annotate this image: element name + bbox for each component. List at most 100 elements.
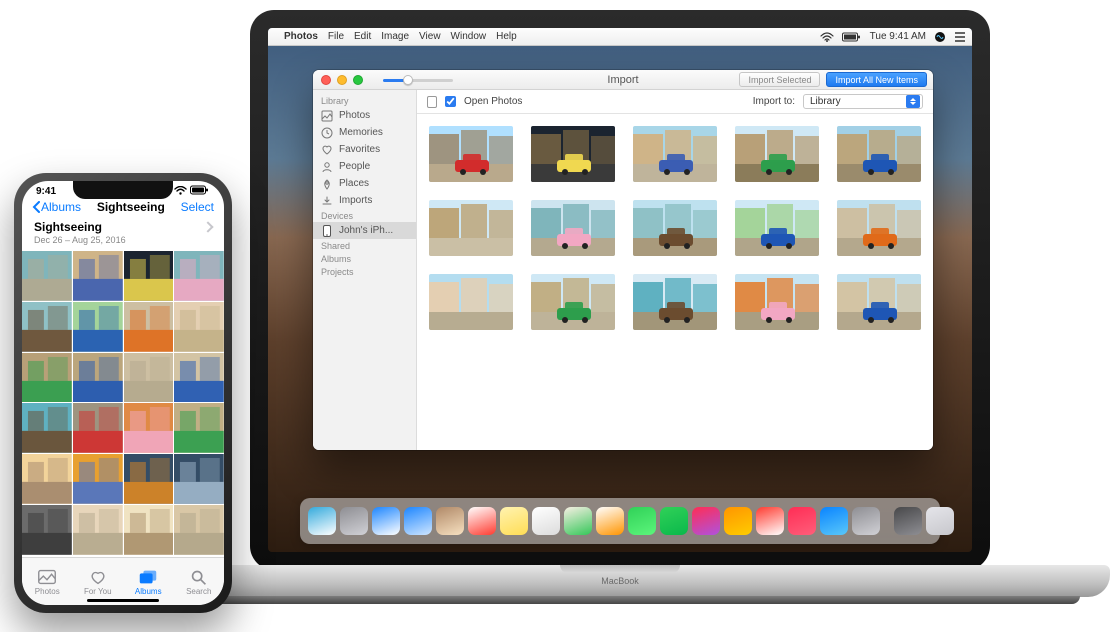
dock-music[interactable] (788, 507, 816, 535)
dock-ibooks[interactable] (724, 507, 752, 535)
photo-cell[interactable] (124, 302, 174, 352)
import-thumbnail[interactable] (633, 126, 717, 182)
import-thumbnail[interactable] (633, 200, 717, 256)
dock-news[interactable] (756, 507, 784, 535)
sidebar-group-albums[interactable]: Albums (313, 252, 416, 265)
photo-cell[interactable] (22, 302, 72, 352)
photos-icon (36, 568, 58, 586)
import-thumbnail[interactable] (837, 200, 921, 256)
sidebar-group-projects[interactable]: Projects (313, 265, 416, 278)
photo-cell[interactable] (73, 403, 123, 453)
menu-help[interactable]: Help (496, 31, 517, 42)
import-thumbnail[interactable] (735, 200, 819, 256)
dock-messages[interactable] (628, 507, 656, 535)
photo-cell[interactable] (73, 251, 123, 301)
photo-cell[interactable] (174, 353, 224, 403)
nav-back-button[interactable]: Albums (32, 200, 81, 214)
import-thumbnail[interactable] (735, 126, 819, 182)
tab-photos[interactable]: Photos (22, 568, 73, 596)
photo-cell[interactable] (22, 353, 72, 403)
dock-preferences[interactable] (852, 507, 880, 535)
photo-cell[interactable] (124, 251, 174, 301)
foryou-icon (87, 568, 109, 586)
import-thumbnail[interactable] (531, 200, 615, 256)
siri-icon[interactable] (934, 31, 946, 43)
tab-albums[interactable]: Albums (123, 568, 174, 596)
dock-contacts[interactable] (436, 507, 464, 535)
sidebar-item-memories[interactable]: Memories (313, 124, 416, 141)
dock-notes[interactable] (500, 507, 528, 535)
import-thumbnail[interactable] (429, 274, 513, 330)
import-all-button[interactable]: Import All New Items (826, 72, 927, 87)
import-to-select[interactable]: Library (803, 94, 923, 109)
dock-downloads[interactable] (894, 507, 922, 535)
photo-cell[interactable] (124, 454, 174, 504)
dock-launchpad[interactable] (340, 507, 368, 535)
photo-cell[interactable] (124, 403, 174, 453)
album-header[interactable]: Sightseeing Dec 26 – Aug 25, 2016 (22, 216, 224, 251)
sidebar-item-device-iphone[interactable]: John's iPh... (313, 222, 416, 239)
photo-cell[interactable] (22, 403, 72, 453)
dock-facetime[interactable] (660, 507, 688, 535)
tab-foryou[interactable]: For You (73, 568, 124, 596)
photo-cell[interactable] (174, 454, 224, 504)
dock-itunes[interactable] (692, 507, 720, 535)
import-thumbnail[interactable] (837, 274, 921, 330)
dock-mail[interactable] (404, 507, 432, 535)
battery-icon[interactable] (842, 32, 862, 42)
menu-file[interactable]: File (328, 31, 344, 42)
photo-cell[interactable] (73, 454, 123, 504)
tab-search[interactable]: Search (174, 568, 225, 596)
dock-calendar[interactable] (468, 507, 496, 535)
dock-photos[interactable] (596, 507, 624, 535)
photo-cell[interactable] (22, 505, 72, 555)
photo-cell[interactable] (124, 505, 174, 555)
photos-icon (321, 110, 333, 122)
iphone-home-indicator[interactable] (87, 599, 159, 602)
import-thumbnail[interactable] (531, 126, 615, 182)
import-thumbnail[interactable] (735, 274, 819, 330)
import-thumbnail[interactable] (429, 126, 513, 182)
dock-appstore[interactable] (820, 507, 848, 535)
dock-safari[interactable] (372, 507, 400, 535)
import-thumbnail-grid (417, 114, 933, 450)
menu-view[interactable]: View (419, 31, 441, 42)
photo-cell[interactable] (124, 353, 174, 403)
sidebar-item-people[interactable]: People (313, 158, 416, 175)
sidebar-group-shared[interactable]: Shared (313, 239, 416, 252)
photo-cell[interactable] (22, 251, 72, 301)
photo-cell[interactable] (73, 353, 123, 403)
menubar: Photos File Edit Image View Window Help … (268, 28, 972, 46)
photo-cell[interactable] (174, 251, 224, 301)
sidebar-item-places[interactable]: Places (313, 175, 416, 192)
wifi-icon[interactable] (820, 32, 834, 42)
import-selected-button[interactable]: Import Selected (739, 72, 820, 87)
sidebar-item-photos[interactable]: Photos (313, 107, 416, 124)
dock-maps[interactable] (564, 507, 592, 535)
sidebar-item-favorites[interactable]: Favorites (313, 141, 416, 158)
sidebar-item-imports[interactable]: Imports (313, 192, 416, 209)
menu-edit[interactable]: Edit (354, 31, 371, 42)
dock-trash[interactable] (926, 507, 954, 535)
notification-center-icon[interactable] (954, 32, 966, 42)
photo-cell[interactable] (22, 454, 72, 504)
photo-cell[interactable] (73, 505, 123, 555)
app-menu[interactable]: Photos (284, 31, 318, 42)
menubar-clock[interactable]: Tue 9:41 AM (870, 31, 926, 42)
photo-cell[interactable] (174, 302, 224, 352)
import-thumbnail[interactable] (429, 200, 513, 256)
import-thumbnail[interactable] (531, 274, 615, 330)
dock-reminders[interactable] (532, 507, 560, 535)
menu-window[interactable]: Window (451, 31, 487, 42)
dock-finder[interactable] (308, 507, 336, 535)
iphone-device: 9:41 Albums Sightseeing Select Sightseei… (14, 173, 232, 613)
photo-cell[interactable] (174, 403, 224, 453)
open-photos-checkbox[interactable] (445, 96, 456, 107)
photo-cell[interactable] (73, 302, 123, 352)
window-titlebar[interactable]: Import Import Selected Import All New It… (313, 70, 933, 90)
nav-select-button[interactable]: Select (181, 200, 214, 214)
import-thumbnail[interactable] (837, 126, 921, 182)
menu-image[interactable]: Image (381, 31, 409, 42)
import-thumbnail[interactable] (633, 274, 717, 330)
photo-cell[interactable] (174, 505, 224, 555)
